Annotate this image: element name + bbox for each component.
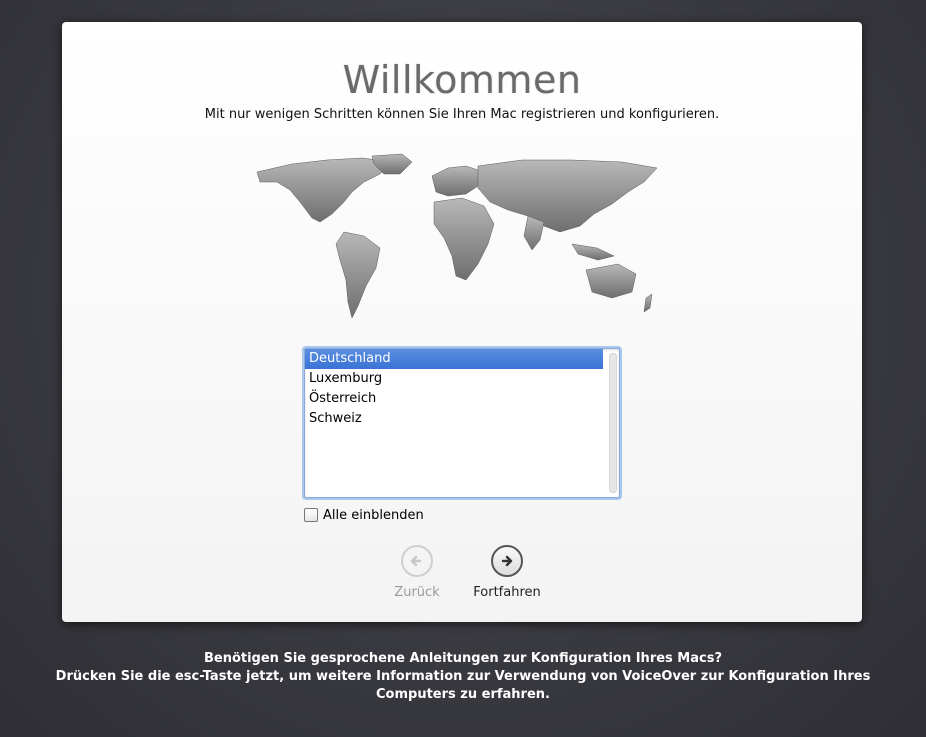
page-subtitle: Mit nur wenigen Schritten können Sie Ihr… <box>204 107 720 122</box>
voiceover-hint-line: Drücken Sie die esc-Taste jetzt, um weit… <box>55 669 871 684</box>
checkbox-icon[interactable] <box>304 508 318 522</box>
country-list-item[interactable]: Schweiz <box>305 409 603 429</box>
show-all-checkbox[interactable]: Alle einblenden <box>304 507 424 523</box>
voiceover-hint-line: Benötigen Sie gesprochene Anleitungen zu… <box>203 651 723 666</box>
continue-button[interactable]: Fortfahren <box>467 545 547 600</box>
welcome-panel: Willkommen Mit nur wenigen Schritten kön… <box>62 22 862 622</box>
back-label: Zurück <box>394 585 440 600</box>
country-list[interactable]: Deutschland Luxemburg Österreich Schweiz <box>304 348 620 498</box>
continue-label: Fortfahren <box>473 585 541 600</box>
show-all-label[interactable]: Alle einblenden <box>323 508 424 523</box>
voiceover-hint: Benötigen Sie gesprochene Anleitungen zu… <box>0 650 926 704</box>
list-scrollbar[interactable] <box>609 353 617 493</box>
country-list-item[interactable]: Deutschland <box>305 349 603 369</box>
voiceover-hint-line: Computers zu erfahren. <box>376 687 550 702</box>
page-title: Willkommen <box>342 58 582 102</box>
country-list-item[interactable]: Luxemburg <box>305 369 603 389</box>
world-map-icon <box>256 153 658 319</box>
arrow-left-circle-icon[interactable] <box>401 545 433 577</box>
country-list-item[interactable]: Österreich <box>305 389 603 409</box>
back-button[interactable]: Zurück <box>377 545 457 600</box>
arrow-right-circle-icon[interactable] <box>491 545 523 577</box>
